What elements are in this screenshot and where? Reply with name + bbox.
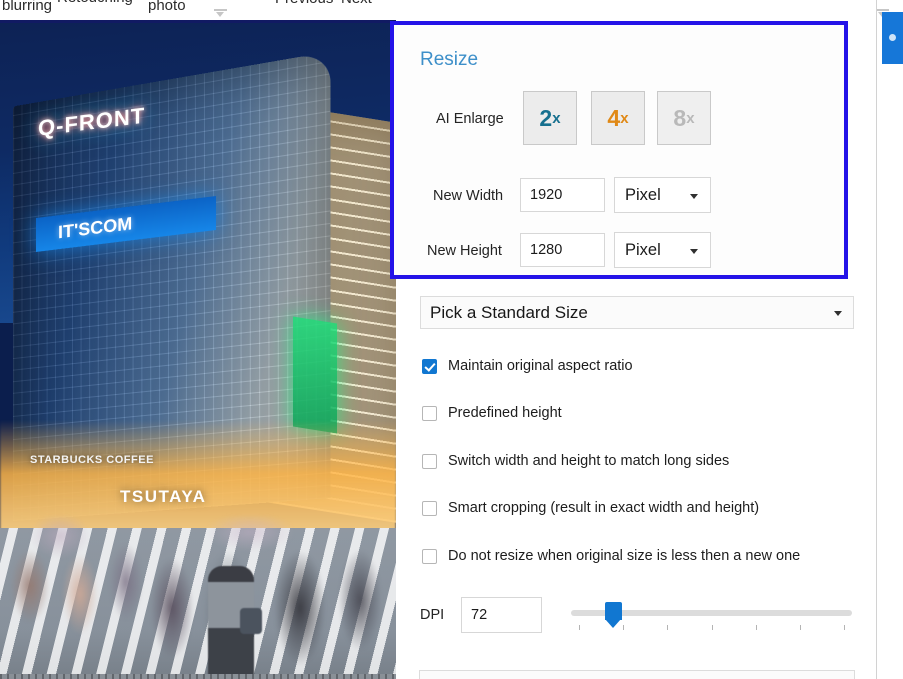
standard-size-value: Pick a Standard Size — [430, 303, 588, 322]
dpi-slider-tick — [667, 625, 668, 630]
scale-4x-suffix: x — [620, 110, 628, 127]
toolbar-item-blurring[interactable]: blurring — [2, 0, 52, 14]
checkbox-icon[interactable] — [422, 501, 437, 516]
side-tab-button[interactable] — [882, 12, 903, 64]
new-height-input[interactable] — [520, 233, 605, 267]
shoulder-bag — [240, 608, 262, 634]
scale-8x-suffix: x — [686, 110, 694, 127]
toolbar-item-next[interactable]: Next — [341, 0, 372, 7]
scale-2x-suffix: x — [552, 110, 560, 127]
resize-section-title: Resize — [420, 49, 478, 71]
bottom-partial-field[interactable] — [419, 670, 855, 679]
checkbox-row-do-not-resize[interactable]: Do not resize when original size is less… — [422, 545, 800, 567]
dpi-slider-tick — [712, 625, 713, 630]
new-width-label: New Width — [433, 188, 503, 204]
green-neon-sign — [293, 317, 337, 434]
scale-4x-number: 4 — [607, 105, 620, 132]
new-height-unit-select[interactable]: Pixel — [614, 232, 711, 268]
dpi-slider-tick — [800, 625, 801, 630]
new-height-unit-value: Pixel — [625, 241, 661, 259]
toolbar-item-photo[interactable]: photo — [148, 0, 186, 14]
checkbox-row-maintain-aspect-ratio[interactable]: Maintain original aspect ratio — [422, 355, 633, 377]
scale-2x-button[interactable]: 2x — [523, 91, 577, 145]
image-preview[interactable]: Q-FRONT IT'SCOM STARBUCKS COFFEE TSUTAYA — [0, 20, 396, 679]
checkbox-label: Do not resize when original size is less… — [448, 548, 800, 564]
checkbox-row-switch-width-height[interactable]: Switch width and height to match long si… — [422, 450, 729, 472]
dpi-slider-tick — [623, 625, 624, 630]
starbucks-sign: STARBUCKS COFFEE — [30, 454, 154, 466]
new-width-unit-value: Pixel — [625, 186, 661, 204]
checkbox-label: Switch width and height to match long si… — [448, 453, 729, 469]
checkbox-icon[interactable] — [422, 454, 437, 469]
dpi-slider-tick — [756, 625, 757, 630]
scale-8x-number: 8 — [673, 105, 686, 132]
image-resize-app: blurring Retouching photo Previous Next … — [0, 0, 903, 679]
checkbox-icon-checked[interactable] — [422, 359, 437, 374]
toolbar-item-previous[interactable]: Previous — [275, 0, 333, 7]
scale-4x-button[interactable]: 4x — [591, 91, 645, 145]
blurred-crowd — [0, 516, 396, 679]
pavement-strip — [0, 674, 396, 679]
checkbox-icon[interactable] — [422, 406, 437, 421]
scroll-down-arrow-icon-left[interactable] — [214, 8, 227, 20]
dpi-slider[interactable] — [571, 600, 852, 636]
scale-8x-button: 8x — [657, 91, 711, 145]
dpi-slider-tick — [579, 625, 580, 630]
dpi-slider-tick — [844, 625, 845, 630]
dpi-slider-thumb[interactable] — [605, 602, 622, 620]
ai-enlarge-label: AI Enlarge — [436, 111, 504, 127]
panel-edge-divider — [876, 0, 877, 679]
top-toolbar: blurring Retouching photo Previous Next — [0, 0, 903, 21]
checkbox-label: Maintain original aspect ratio — [448, 358, 633, 374]
chevron-down-icon — [690, 249, 698, 254]
checkbox-icon[interactable] — [422, 549, 437, 564]
toolbar-item-retouching[interactable]: Retouching — [57, 0, 133, 6]
checkbox-row-smart-cropping[interactable]: Smart cropping (result in exact width an… — [422, 497, 759, 519]
dpi-label: DPI — [420, 607, 444, 623]
scale-2x-number: 2 — [539, 105, 552, 132]
checkbox-label: Predefined height — [448, 405, 562, 421]
tsutaya-sign: TSUTAYA — [120, 487, 206, 507]
checkbox-row-predefined-height[interactable]: Predefined height — [422, 402, 562, 424]
new-width-unit-select[interactable]: Pixel — [614, 177, 711, 213]
new-width-input[interactable] — [520, 178, 605, 212]
chevron-down-icon — [834, 311, 842, 316]
new-height-label: New Height — [427, 243, 502, 259]
chevron-down-icon — [690, 194, 698, 199]
checkbox-label: Smart cropping (result in exact width an… — [448, 500, 759, 516]
dpi-input[interactable] — [461, 597, 542, 633]
standard-size-select[interactable]: Pick a Standard Size — [420, 296, 854, 329]
